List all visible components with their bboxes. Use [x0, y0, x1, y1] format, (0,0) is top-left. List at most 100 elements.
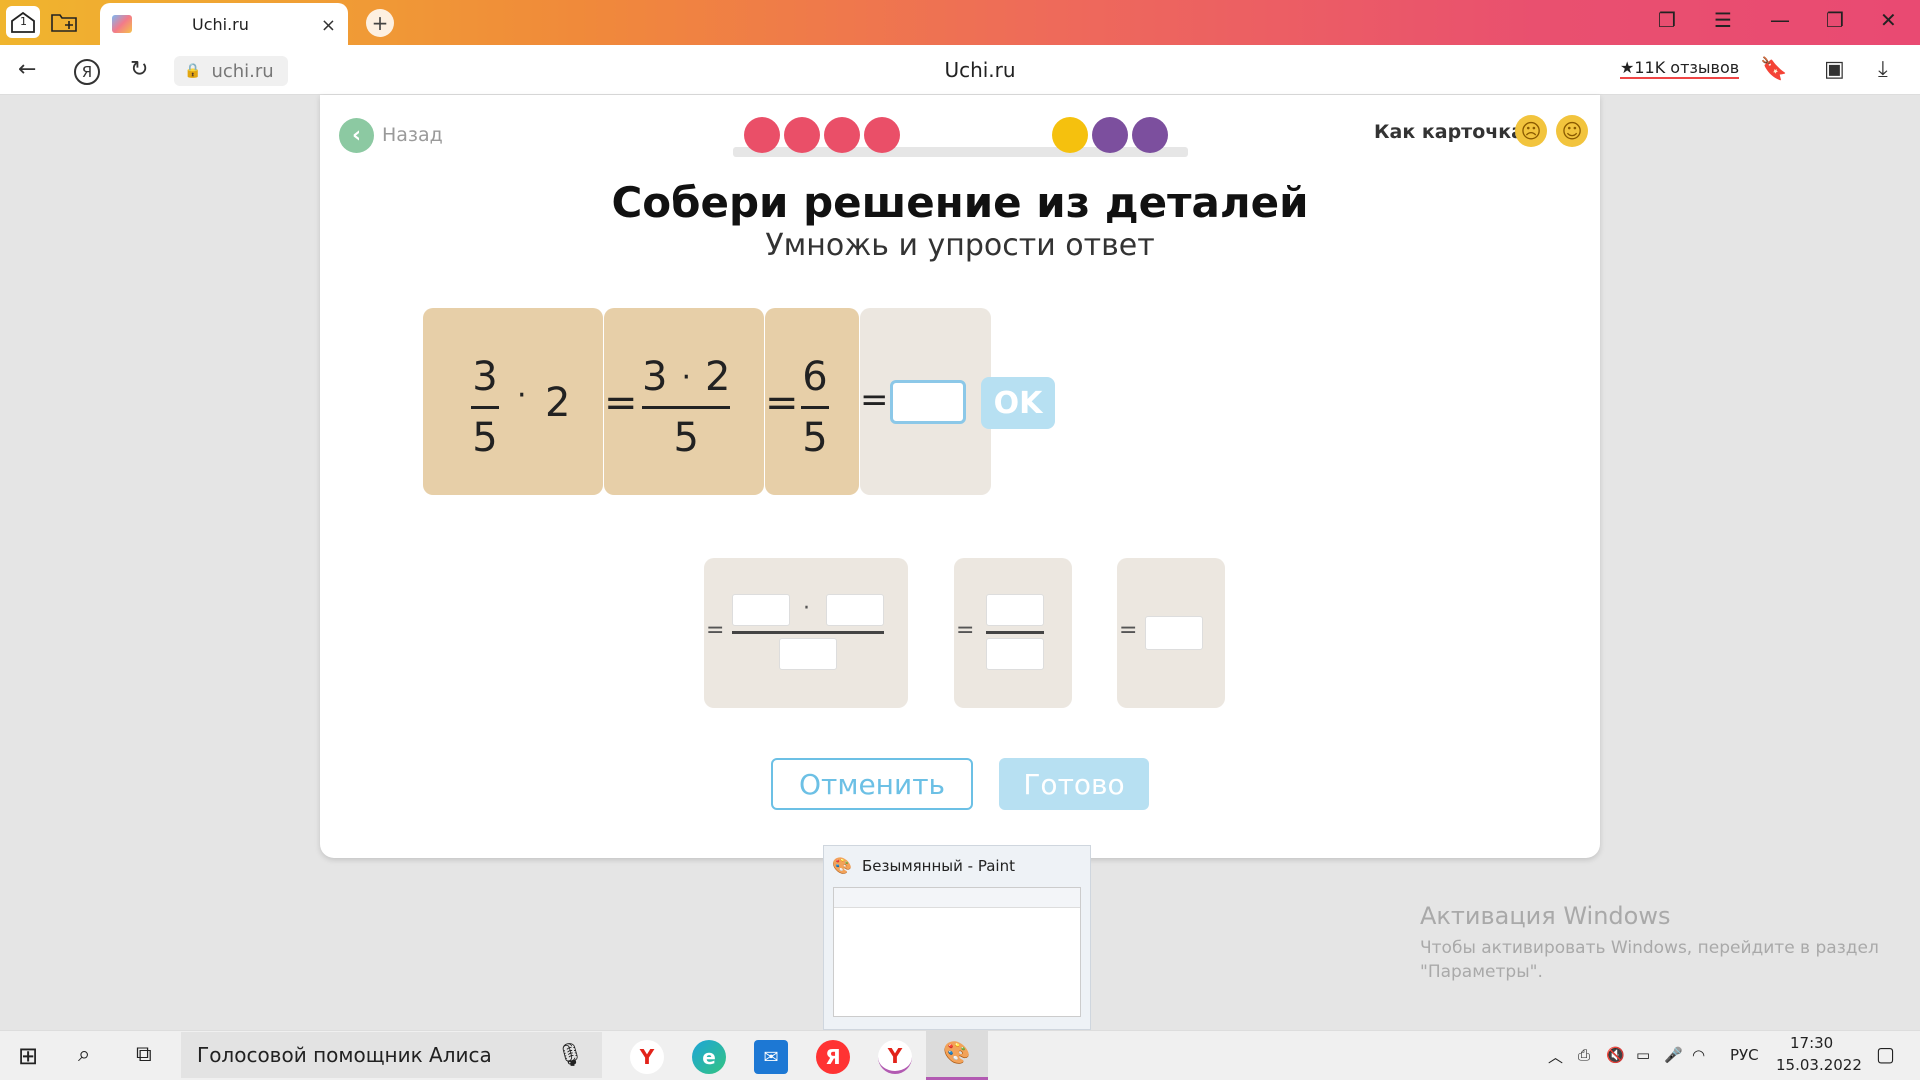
reload-icon[interactable]: ↻	[130, 57, 148, 82]
reviews-link[interactable]: ★11K отзывов	[1620, 58, 1740, 79]
fraction-3-5: 3 5	[471, 354, 499, 461]
clock-date[interactable]: 15.03.2022	[1776, 1056, 1862, 1074]
paint-icon: 🎨	[832, 856, 852, 875]
tray-chevron-icon[interactable]: ︿	[1548, 1046, 1563, 1067]
yandex-browser-active-icon[interactable]: Y	[878, 1040, 912, 1074]
progress-dot	[864, 117, 900, 153]
edge-icon[interactable]: e	[692, 1040, 726, 1074]
activation-title: Активация Windows	[1420, 902, 1671, 930]
yandex-icon-taskbar[interactable]: Я	[816, 1040, 850, 1074]
notifications-icon[interactable]: ▢	[1876, 1042, 1895, 1066]
happy-face-icon[interactable]: ☺	[1556, 115, 1588, 147]
yandex-icon[interactable]: Я	[74, 59, 100, 85]
alice-search-box[interactable]: Голосовой помощник Алиса 🎙	[181, 1032, 602, 1078]
clock-time[interactable]: 17:30	[1790, 1034, 1833, 1052]
bookmark-icon[interactable]: 🔖	[1760, 57, 1787, 82]
numerator: 3	[472, 354, 498, 400]
uchi-favicon-icon	[112, 15, 132, 33]
download-icon[interactable]: ⤓	[1878, 57, 1888, 82]
reviews-text: 11K отзывов	[1634, 58, 1740, 77]
windows-start-icon[interactable]: ⊞	[18, 1042, 38, 1070]
yandex-browser-icon[interactable]: Y	[630, 1040, 664, 1074]
multiply-sign: ·	[803, 596, 810, 621]
fraction-bar	[801, 406, 829, 409]
paint-preview-title: Безымянный - Paint	[862, 857, 1015, 875]
rate-card-label: Как карточка?	[1374, 121, 1536, 143]
fraction-6-5: 6 5	[801, 354, 829, 461]
ok-button[interactable]: OK	[981, 377, 1055, 429]
slot-numerator-b[interactable]	[826, 594, 884, 626]
fraction-bar	[642, 406, 731, 409]
piece-fraction-times-two: 3 5 · 2	[423, 308, 603, 495]
page-title: Uchi.ru	[944, 58, 1016, 82]
task-title: Собери решение из деталей	[611, 178, 1309, 227]
fraction-bar	[986, 631, 1044, 634]
paint-preview-thumbnail	[833, 887, 1081, 1017]
equals-sign: =	[765, 380, 799, 426]
mic-tray-icon[interactable]: 🎤	[1664, 1046, 1683, 1064]
wifi-icon[interactable]: ◠	[1692, 1046, 1705, 1064]
mail-icon[interactable]: ✉	[754, 1040, 788, 1074]
microphone-icon[interactable]: 🎙	[556, 1043, 584, 1068]
volume-icon[interactable]: 🔇	[1606, 1046, 1625, 1064]
multiply-sign: ·	[681, 359, 691, 395]
extensions-icon[interactable]: ▣	[1824, 57, 1845, 82]
equals-sign: =	[956, 618, 975, 643]
battery-icon[interactable]: ▭	[1636, 1046, 1650, 1064]
slot-numerator-a[interactable]	[732, 594, 790, 626]
option-piece-fraction[interactable]: =	[954, 558, 1072, 708]
new-group-button[interactable]	[47, 6, 81, 38]
back-chevron-icon[interactable]: ‹	[339, 118, 374, 153]
minimize-icon[interactable]: —	[1770, 8, 1790, 32]
slot-integer[interactable]	[1145, 616, 1203, 650]
numerator-a: 3	[642, 354, 668, 400]
paint-taskbar-icon[interactable]: 🎨	[926, 1030, 988, 1080]
numerator: 6	[802, 354, 828, 400]
progress-dot	[1092, 117, 1128, 153]
slot-numerator[interactable]	[986, 594, 1044, 626]
progress-dot	[784, 117, 820, 153]
fraction-bar	[471, 406, 499, 409]
network-devices-icon[interactable]: ⎙	[1578, 1046, 1590, 1064]
close-window-icon[interactable]: ✕	[1880, 8, 1897, 32]
slot-denominator[interactable]	[986, 638, 1044, 670]
denominator: 5	[472, 415, 498, 461]
denominator: 5	[802, 415, 828, 461]
language-indicator[interactable]: РУС	[1730, 1046, 1759, 1064]
activation-text: Чтобы активировать Windows, перейдите в …	[1420, 938, 1879, 982]
lock-icon: 🔒	[184, 63, 202, 79]
fraction-product: 3 · 2 5	[642, 354, 730, 461]
multiply-sign: ·	[517, 378, 527, 413]
menu-icon[interactable]: ☰	[1714, 8, 1732, 32]
denominator: 5	[673, 415, 699, 461]
new-tab-button[interactable]: +	[366, 9, 394, 37]
sad-face-icon[interactable]: ☹	[1515, 115, 1547, 147]
task-view-icon[interactable]: ⧉	[136, 1042, 152, 1067]
tab-uchi[interactable]: Uchi.ru ×	[100, 3, 348, 45]
equals-sign: =	[604, 380, 638, 426]
piece-product-over-five: = 3 · 2 5	[604, 308, 764, 495]
back-link[interactable]: Назад	[382, 124, 443, 146]
restore-icon[interactable]: ❐	[1826, 8, 1844, 32]
url-field[interactable]: 🔒 uchi.ru	[174, 56, 288, 86]
answer-input[interactable]	[890, 380, 966, 424]
back-arrow-icon[interactable]: ←	[18, 57, 36, 82]
fraction-bar	[732, 631, 884, 634]
cancel-button[interactable]: Отменить	[771, 758, 973, 810]
alice-search-text: Голосовой помощник Алиса	[197, 1043, 492, 1067]
done-button[interactable]: Готово	[999, 758, 1149, 810]
numerator-b: 2	[705, 354, 731, 400]
tabs-home-button[interactable]: 1	[6, 6, 40, 38]
option-piece-integer[interactable]: =	[1117, 558, 1225, 708]
search-icon[interactable]: ⌕	[78, 1042, 90, 1067]
progress-dot	[1052, 117, 1088, 153]
slot-denominator[interactable]	[779, 638, 837, 670]
equals-sign: =	[1119, 618, 1138, 643]
star-icon: ★	[1620, 58, 1635, 77]
progress-dot	[1132, 117, 1168, 153]
collections-icon[interactable]: ❐	[1658, 8, 1676, 32]
folder-plus-icon	[51, 14, 77, 32]
option-piece-product-fraction[interactable]: = ·	[704, 558, 908, 708]
piece-six-fifths: = 6 5	[765, 308, 859, 495]
close-tab-icon[interactable]: ×	[321, 15, 336, 36]
